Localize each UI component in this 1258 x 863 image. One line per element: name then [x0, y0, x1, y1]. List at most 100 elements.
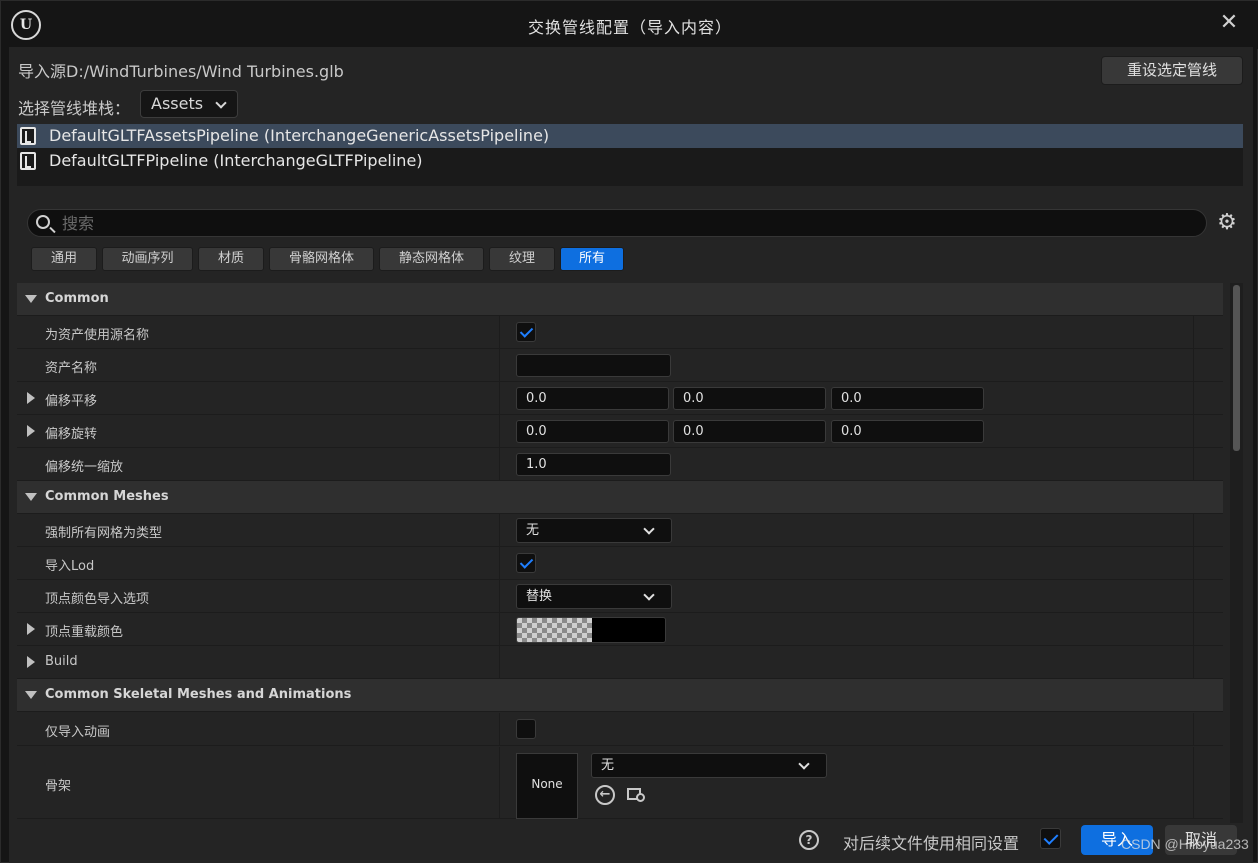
category-label: Common Skeletal Meshes and Animations	[45, 687, 352, 702]
window-title: 交换管线配置（导入内容）	[527, 18, 732, 37]
property-row: 偏移旋转 0.0 0.0 0.0	[17, 415, 1223, 448]
vertex-color-option-dropdown[interactable]: 替换	[516, 584, 672, 609]
offset-translation-x-field[interactable]: 0.0	[516, 387, 669, 410]
import-only-animations-checkbox[interactable]	[516, 719, 536, 739]
alpha-checker	[517, 618, 592, 642]
skeleton-dropdown[interactable]: 无	[591, 753, 827, 778]
dropdown-value: 替换	[526, 589, 553, 604]
filter-bar: 通用 动画序列 材质 骨骼网格体 静态网格体 纹理 所有	[31, 247, 624, 271]
property-label: 资产名称	[45, 361, 98, 376]
category-skeletal[interactable]: Common Skeletal Meshes and Animations	[17, 679, 1223, 712]
use-source-name-checkbox[interactable]	[516, 322, 536, 342]
property-label: 导入Lod	[45, 559, 95, 574]
property-label: 骨架	[45, 779, 72, 794]
filter-material[interactable]: 材质	[198, 247, 264, 271]
dialog-window: U 交换管线配置（导入内容） ✕ 导入源D:/WindTurbines/Wind…	[0, 0, 1258, 863]
footer-bar: ? 对后续文件使用相同设置 导入 取消	[9, 823, 1253, 863]
property-row: 顶点重载颜色	[17, 613, 1223, 646]
filter-all[interactable]: 所有	[560, 247, 624, 271]
close-icon[interactable]: ✕	[1217, 11, 1241, 35]
unreal-pipeline-icon	[20, 127, 36, 145]
reset-pipeline-button[interactable]: 重设选定管线	[1101, 56, 1243, 85]
category-label: Common Meshes	[45, 489, 169, 504]
same-settings-label: 对后续文件使用相同设置	[843, 834, 1020, 853]
filter-texture[interactable]: 纹理	[489, 247, 555, 271]
same-settings-checkbox[interactable]	[1040, 828, 1061, 849]
search-input[interactable]	[62, 210, 1192, 236]
chevron-down-icon	[798, 758, 810, 770]
expand-arrow-icon[interactable]	[27, 425, 35, 437]
property-row: 偏移平移 0.0 0.0 0.0	[17, 382, 1223, 415]
expand-arrow-icon[interactable]	[27, 623, 35, 635]
gear-icon[interactable]: ⚙	[1215, 211, 1239, 235]
browse-icon[interactable]	[627, 785, 647, 805]
property-row: 偏移统一缩放 1.0	[17, 448, 1223, 481]
pipeline-item-label: DefaultGLTFPipeline (InterchangeGLTFPipe…	[49, 151, 423, 170]
property-row: 强制所有网格为类型 无	[17, 514, 1223, 547]
use-selected-icon[interactable]: ←	[595, 785, 615, 805]
pipeline-stack-value: Assets	[151, 94, 204, 113]
property-label: 强制所有网格为类型	[45, 526, 163, 541]
expand-arrow-icon[interactable]	[27, 392, 35, 404]
import-lod-checkbox[interactable]	[516, 553, 536, 573]
title-bar: U 交换管线配置（导入内容） ✕	[1, 1, 1258, 49]
expand-arrow-icon	[25, 493, 37, 501]
filter-static-mesh[interactable]: 静态网格体	[379, 247, 484, 271]
category-common[interactable]: Common	[17, 283, 1223, 316]
details-panel: ⚙ 通用 动画序列 材质 骨骼网格体 静态网格体 纹理 所有 Common 为资…	[17, 197, 1243, 863]
property-label: 偏移旋转	[45, 427, 98, 442]
pipeline-list: DefaultGLTFAssetsPipeline (InterchangeGe…	[17, 124, 1243, 186]
pipeline-stack-label: 选择管线堆栈：	[18, 99, 131, 118]
search-box	[27, 209, 1207, 237]
force-mesh-type-dropdown[interactable]: 无	[516, 518, 672, 543]
scrollbar-thumb[interactable]	[1233, 285, 1240, 451]
property-row: 导入Lod	[17, 547, 1223, 580]
filter-anim-sequence[interactable]: 动画序列	[102, 247, 193, 271]
offset-translation-y-field[interactable]: 0.0	[673, 387, 826, 410]
color-preview	[592, 618, 665, 642]
property-grid: Common 为资产使用源名称 资产名称 偏移平移 0.0 0.0 0.0 偏移…	[17, 283, 1223, 823]
pipeline-stack-dropdown[interactable]: Assets	[140, 90, 238, 118]
category-common-meshes[interactable]: Common Meshes	[17, 481, 1223, 514]
offset-rotation-z-field[interactable]: 0.0	[831, 420, 984, 443]
pipeline-item-gltf[interactable]: DefaultGLTFPipeline (InterchangeGLTFPipe…	[17, 149, 1243, 173]
property-row: 为资产使用源名称	[17, 316, 1223, 349]
property-label: 偏移平移	[45, 394, 98, 409]
property-row: 骨架 None 无 ←	[17, 747, 1223, 819]
filter-general[interactable]: 通用	[31, 247, 97, 271]
expand-arrow-icon	[25, 691, 37, 699]
property-label: 偏移统一缩放	[45, 460, 124, 475]
category-label: Common	[45, 291, 109, 306]
skeleton-thumbnail[interactable]: None	[516, 753, 578, 819]
pipeline-item-label: DefaultGLTFAssetsPipeline (InterchangeGe…	[49, 126, 550, 145]
offset-rotation-y-field[interactable]: 0.0	[673, 420, 826, 443]
help-icon[interactable]: ?	[799, 830, 819, 850]
dropdown-value: 无	[526, 523, 540, 538]
offset-scale-field[interactable]: 1.0	[516, 453, 671, 476]
property-label: 仅导入动画	[45, 725, 111, 740]
search-icon	[36, 215, 50, 229]
search-icon	[636, 793, 645, 802]
offset-rotation-x-field[interactable]: 0.0	[516, 420, 669, 443]
property-label: 顶点重载颜色	[45, 625, 124, 640]
unreal-pipeline-icon	[20, 152, 36, 170]
property-row: 仅导入动画	[17, 713, 1223, 746]
expand-arrow-icon[interactable]	[27, 656, 35, 668]
dropdown-value: 无	[601, 758, 615, 773]
asset-name-field[interactable]	[516, 354, 671, 377]
property-label: 顶点颜色导入选项	[45, 592, 150, 607]
scrollbar[interactable]	[1230, 283, 1243, 823]
skeleton-actions: ←	[595, 785, 647, 805]
property-label: 为资产使用源名称	[45, 328, 150, 343]
chevron-down-icon	[215, 97, 227, 109]
import-source-text: 导入源D:/WindTurbines/Wind Turbines.glb	[18, 62, 344, 81]
dialog-content: 导入源D:/WindTurbines/Wind Turbines.glb 重设选…	[9, 47, 1253, 863]
property-row: Build	[17, 646, 1223, 679]
filter-skeletal-mesh[interactable]: 骨骼网格体	[269, 247, 374, 271]
offset-translation-z-field[interactable]: 0.0	[831, 387, 984, 410]
pipeline-item-assets[interactable]: DefaultGLTFAssetsPipeline (InterchangeGe…	[17, 124, 1243, 148]
property-label: Build	[45, 654, 78, 669]
property-row: 顶点颜色导入选项 替换	[17, 580, 1223, 613]
property-row: 资产名称	[17, 349, 1223, 382]
vertex-color-swatch[interactable]	[516, 617, 666, 643]
